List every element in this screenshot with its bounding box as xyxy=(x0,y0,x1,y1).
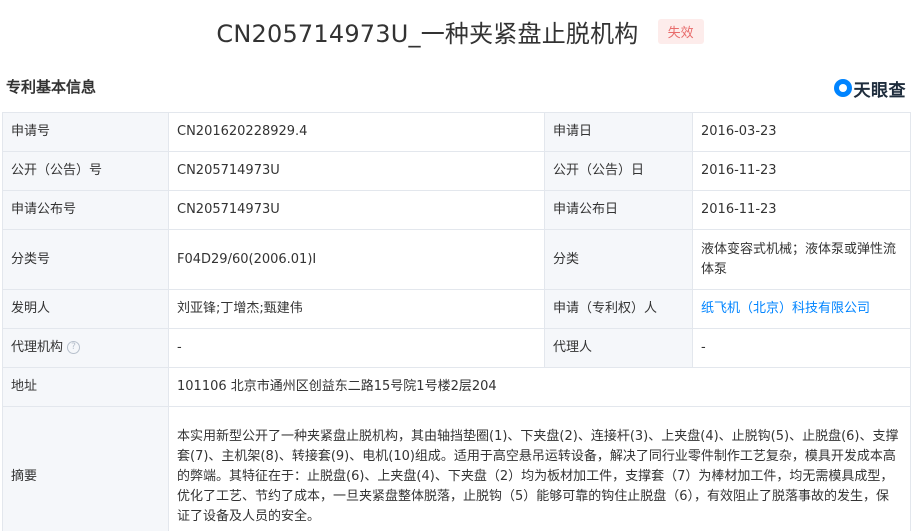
table-row: 摘要 本实用新型公开了一种夹紧盘止脱机构，其由轴挡垫圈(1)、下夹盘(2)、连接… xyxy=(2,406,911,531)
value-category: 液体变容式机械；液体泵或弹性流体泵 xyxy=(692,229,911,290)
label-publication-number: 公开（公告）号 xyxy=(2,151,169,191)
value-agent: - xyxy=(692,328,911,368)
page-title: CN205714973U_一种夹紧盘止脱机构 xyxy=(216,20,639,48)
status-badge: 失效 xyxy=(657,19,704,44)
label-inventors: 发明人 xyxy=(2,289,169,329)
label-applicant: 申请（专利权）人 xyxy=(544,289,693,329)
label-application-publication-number: 申请公布号 xyxy=(2,190,169,230)
table-row: 地址 101106 北京市通州区创益东二路15号院1号楼2层204 xyxy=(2,367,911,407)
value-application-number: CN201620228929.4 xyxy=(168,112,545,152)
table-row: 代理机构? - 代理人 - xyxy=(2,328,911,368)
label-agency: 代理机构? xyxy=(2,328,169,368)
label-application-number: 申请号 xyxy=(2,112,169,152)
tianyancha-logo-icon xyxy=(833,79,852,97)
brand-name: 天眼查 xyxy=(853,80,906,101)
table-row: 公开（公告）号 CN205714973U 公开（公告）日 2016-11-23 xyxy=(2,151,911,191)
value-publication-number: CN205714973U xyxy=(168,151,545,191)
table-row: 申请公布号 CN205714973U 申请公布日 2016-11-23 xyxy=(2,190,911,230)
section-title: 专利基本信息 xyxy=(6,78,97,96)
label-agency-text: 代理机构 xyxy=(11,340,64,355)
value-inventors: 刘亚锋;丁增杰;甄建伟 xyxy=(168,289,545,329)
applicant-link[interactable]: 纸飞机（北京）科技有限公司 xyxy=(692,289,911,329)
label-publication-date: 公开（公告）日 xyxy=(544,151,693,191)
value-publication-date: 2016-11-23 xyxy=(692,151,911,191)
patent-info-table: 申请号 CN201620228929.4 申请日 2016-03-23 公开（公… xyxy=(2,112,911,531)
brand-logo[interactable]: 天眼查 xyxy=(833,76,907,101)
label-application-date: 申请日 xyxy=(544,112,693,152)
label-category: 分类 xyxy=(544,229,693,290)
value-classification-code: F04D29/60(2006.01)I xyxy=(168,229,545,290)
value-application-publication-number: CN205714973U xyxy=(168,190,545,230)
label-abstract: 摘要 xyxy=(2,406,169,531)
value-abstract: 本实用新型公开了一种夹紧盘止脱机构，其由轴挡垫圈(1)、下夹盘(2)、连接杆(3… xyxy=(168,406,911,531)
label-application-publication-date: 申请公布日 xyxy=(544,190,693,230)
page-header: CN205714973U_一种夹紧盘止脱机构 失效 xyxy=(0,14,920,54)
value-agency: - xyxy=(168,328,545,368)
label-address: 地址 xyxy=(2,367,169,407)
table-row: 发明人 刘亚锋;丁增杰;甄建伟 申请（专利权）人 纸飞机（北京）科技有限公司 xyxy=(2,289,911,329)
question-circle-icon[interactable]: ? xyxy=(67,341,81,354)
table-row: 申请号 CN201620228929.4 申请日 2016-03-23 xyxy=(2,112,911,152)
label-agent: 代理人 xyxy=(544,328,693,368)
label-classification-code: 分类号 xyxy=(2,229,169,290)
table-row: 分类号 F04D29/60(2006.01)I 分类 液体变容式机械；液体泵或弹… xyxy=(2,229,911,290)
value-application-publication-date: 2016-11-23 xyxy=(692,190,911,230)
value-address: 101106 北京市通州区创益东二路15号院1号楼2层204 xyxy=(168,367,911,407)
value-application-date: 2016-03-23 xyxy=(692,112,911,152)
